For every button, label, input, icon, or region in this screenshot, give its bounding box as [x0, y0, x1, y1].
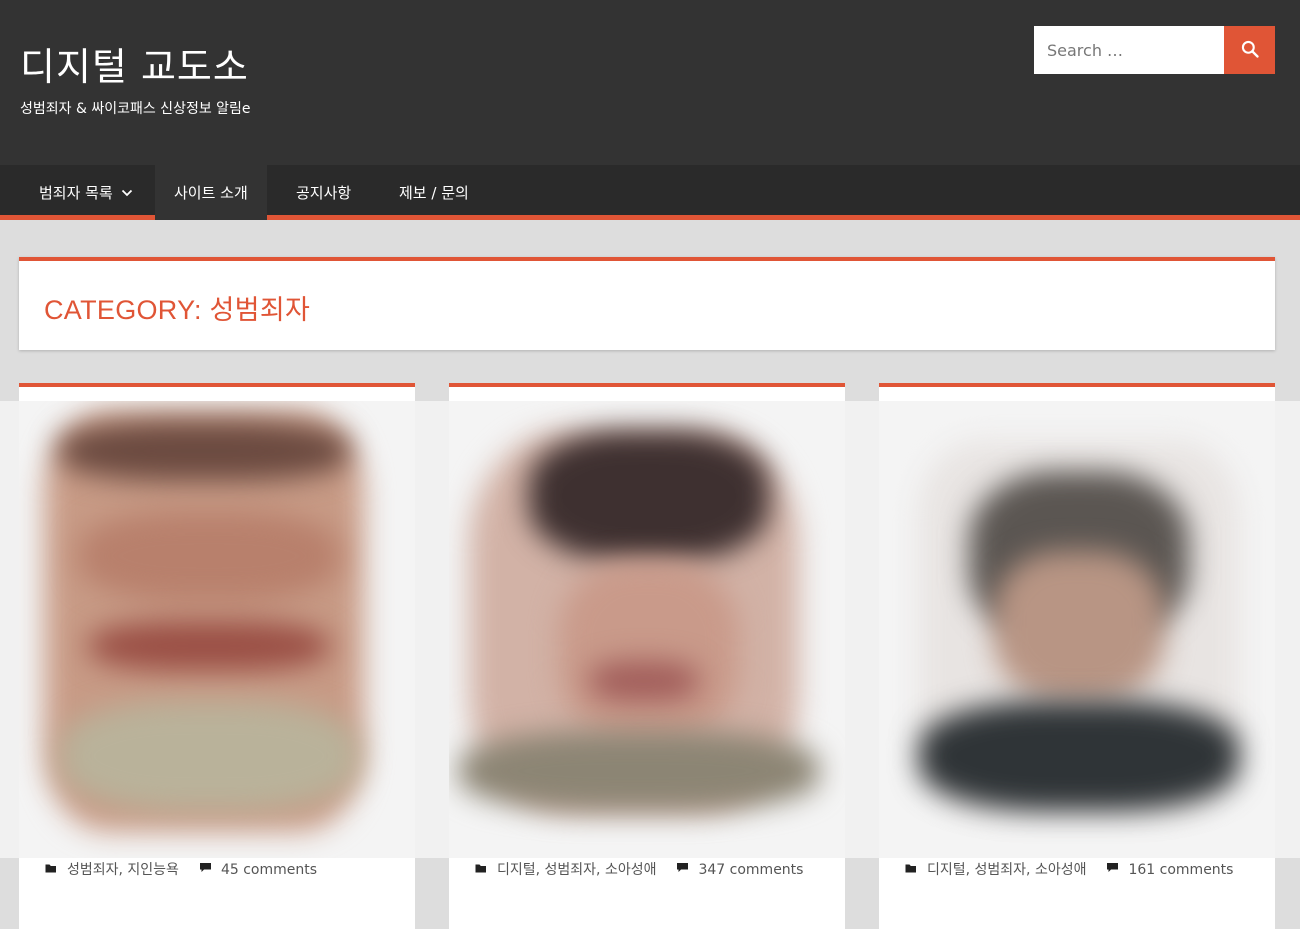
post-comments-link[interactable]: 161 comments [1128, 862, 1233, 878]
nav-item-report-contact[interactable]: 제보 / 문의 [380, 165, 488, 220]
folder-icon [45, 858, 58, 882]
search-form [1034, 26, 1275, 74]
search-button[interactable] [1224, 26, 1275, 74]
nav-item-criminal-list[interactable]: 범죄자 목록 [20, 165, 152, 220]
post-categories[interactable]: 디지털, 성범죄자, 소아성애 [927, 862, 1086, 878]
nav-item-site-intro[interactable]: 사이트 소개 [155, 165, 267, 220]
nav-item-label: 공지사항 [296, 184, 352, 202]
nav-item-label: 사이트 소개 [174, 184, 248, 202]
post-comments-link[interactable]: 347 comments [698, 862, 803, 878]
comment-icon [676, 858, 689, 882]
blurred-thumbnails [0, 401, 1300, 858]
nav-item-label: 제보 / 문의 [399, 184, 469, 202]
main-navigation: 범죄자 목록 사이트 소개 공지사항 제보 / 문의 [0, 165, 1300, 220]
post-thumbnail[interactable] [19, 401, 415, 858]
search-icon [1240, 39, 1260, 62]
post-meta: 디지털, 성범죄자, 소아성애 161 comments [879, 855, 1275, 882]
comment-icon [199, 858, 212, 882]
chevron-down-icon [121, 189, 133, 197]
post-categories[interactable]: 성범죄자, 지인능욕 [67, 862, 179, 878]
post-thumbnail[interactable] [879, 401, 1275, 858]
post-comments-link[interactable]: 45 comments [221, 862, 317, 878]
comment-icon [1106, 858, 1119, 882]
site-header: 디지털 교도소 성범죄자 & 싸이코패스 신상정보 알림e [0, 0, 1300, 165]
search-input[interactable] [1034, 26, 1224, 74]
post-meta: 성범죄자, 지인능욕 45 comments [19, 855, 415, 882]
page-title: CATEGORY: 성범죄자 [44, 295, 311, 325]
nav-item-label: 범죄자 목록 [39, 184, 113, 202]
site-title[interactable]: 디지털 교도소 [20, 36, 249, 91]
post-thumbnail[interactable] [449, 401, 845, 858]
post-categories[interactable]: 디지털, 성범죄자, 소아성애 [497, 862, 656, 878]
nav-item-notices[interactable]: 공지사항 [277, 165, 370, 220]
archive-header: CATEGORY: 성범죄자 [19, 257, 1275, 350]
site-description: 성범죄자 & 싸이코패스 신상정보 알림e [20, 101, 251, 117]
folder-icon [905, 858, 918, 882]
folder-icon [475, 858, 488, 882]
post-meta: 디지털, 성범죄자, 소아성애 347 comments [449, 855, 845, 882]
